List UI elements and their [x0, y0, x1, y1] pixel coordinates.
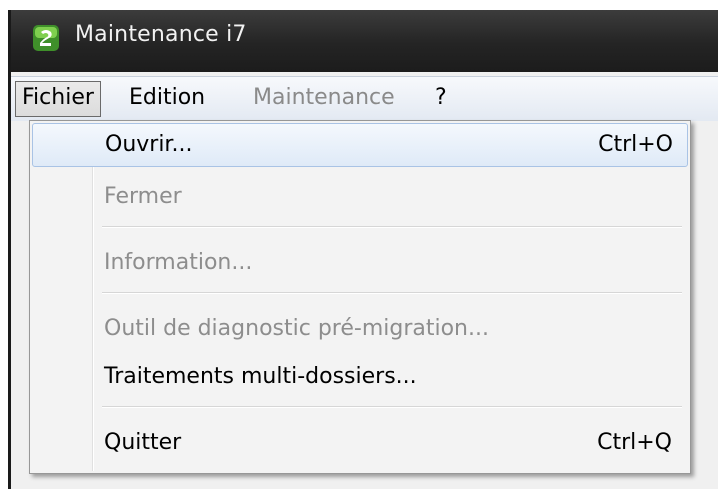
menu-item-label: Fermer — [104, 184, 182, 209]
menu-fichier[interactable]: Fichier — [15, 81, 101, 117]
menu-item-ouvrir[interactable]: Ouvrir... Ctrl+O — [32, 123, 688, 167]
menu-item-label: Information... — [104, 250, 253, 275]
menu-item-quitter[interactable]: Quitter Ctrl+Q — [32, 421, 686, 465]
app-window: Maintenance i7 Fichier Edition Maintenan… — [8, 10, 718, 489]
file-menu-dropdown: Ouvrir... Ctrl+O Fermer Information... O… — [29, 120, 691, 474]
app-icon[interactable] — [33, 25, 59, 51]
menu-bar: Fichier Edition Maintenance ? — [11, 76, 718, 121]
menu-separator — [102, 226, 682, 228]
window-title: Maintenance i7 — [75, 22, 247, 47]
menu-item-traitements[interactable]: Traitements multi-dossiers... — [32, 355, 686, 399]
menu-separator — [102, 406, 682, 408]
menu-item-label: Quitter — [104, 430, 182, 455]
menu-item-fermer[interactable]: Fermer — [32, 175, 686, 219]
menu-item-outil-diagnostic[interactable]: Outil de diagnostic pré-migration... — [32, 307, 686, 351]
menu-item-shortcut: Ctrl+O — [598, 132, 673, 157]
title-bar[interactable]: Maintenance i7 — [11, 10, 718, 72]
menu-item-information[interactable]: Information... — [32, 241, 686, 285]
menu-maintenance[interactable]: Maintenance — [247, 81, 401, 115]
menu-item-shortcut: Ctrl+Q — [597, 430, 672, 455]
menu-edition[interactable]: Edition — [123, 81, 211, 115]
menu-help[interactable]: ? — [429, 81, 453, 115]
menu-item-label: Traitements multi-dossiers... — [104, 364, 417, 389]
menu-separator — [102, 292, 682, 294]
menu-item-label: Ouvrir... — [105, 132, 193, 157]
menu-item-label: Outil de diagnostic pré-migration... — [104, 316, 489, 341]
